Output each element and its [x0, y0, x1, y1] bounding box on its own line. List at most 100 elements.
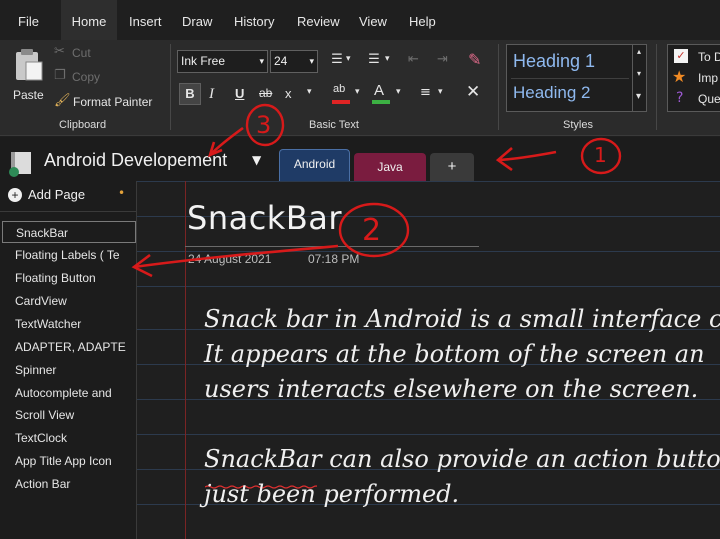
chevron-down-icon[interactable]: ▾: [396, 87, 401, 97]
font-color-swatch: [372, 100, 390, 104]
styles-scroll[interactable]: ▴ ▾ ▾: [632, 45, 647, 111]
page-item[interactable]: TextWatcher: [2, 313, 136, 335]
menu-draw[interactable]: Draw: [182, 0, 212, 40]
chevron-down-icon[interactable]: ▾: [307, 87, 312, 97]
page-item[interactable]: Scroll View: [2, 404, 136, 426]
style-heading-1[interactable]: Heading 1: [513, 51, 595, 72]
page-item-snackbar[interactable]: SnackBar: [2, 221, 136, 243]
notebook-name[interactable]: Android Developement: [44, 150, 227, 171]
divider: [511, 78, 629, 79]
chevron-down-icon: ▾: [309, 56, 314, 66]
page-item[interactable]: Action Bar: [2, 473, 136, 495]
numbering-icon[interactable]: ☰: [362, 52, 386, 67]
page-item[interactable]: Autocomplete and: [2, 382, 136, 404]
format-painter-icon: 🖌: [54, 93, 71, 108]
font-size-dropdown[interactable]: 24 ▾: [270, 50, 318, 73]
annotation-3: 3: [256, 111, 272, 139]
margin-line: [185, 181, 186, 539]
tag-important[interactable]: Imp: [698, 71, 718, 85]
font-name-dropdown[interactable]: Ink Free ▾: [177, 50, 268, 73]
chevron-down-icon[interactable]: ▾: [355, 87, 360, 97]
tab-java[interactable]: Java: [354, 153, 426, 181]
divider: [0, 211, 136, 212]
decrease-indent-icon[interactable]: ⇤: [408, 52, 419, 67]
highlight-swatch: [332, 100, 350, 104]
menu-view[interactable]: View: [359, 0, 387, 40]
page-item[interactable]: TextClock: [2, 427, 136, 449]
tags-gallery: ✓ To D ★ Imp ? Que: [667, 44, 720, 112]
font-name-value: Ink Free: [181, 54, 226, 68]
styles-gallery: Heading 1 Heading 2 ▴ ▾ ▾: [506, 44, 647, 112]
page-item[interactable]: Spinner: [2, 359, 136, 381]
caret-down-icon[interactable]: ▼: [252, 153, 261, 167]
subscript-button[interactable]: x: [285, 86, 292, 101]
note-line[interactable]: users interacts elsewhere on the screen.: [204, 375, 698, 403]
highlighter-icon: ab: [333, 83, 346, 95]
chevron-down-icon: ▾: [259, 56, 264, 66]
page-item[interactable]: Floating Button: [2, 267, 136, 289]
menu-review[interactable]: Review: [297, 0, 340, 40]
font-size-value: 24: [274, 54, 288, 68]
tag-question[interactable]: Que: [698, 92, 720, 106]
page-item[interactable]: Floating Labels ( Te: [2, 244, 136, 266]
paste-label: Paste: [13, 88, 44, 102]
copy-icon: ❐: [54, 68, 66, 83]
menu-help[interactable]: Help: [409, 0, 436, 40]
align-icon[interactable]: ≡: [420, 85, 431, 100]
font-color-button[interactable]: A: [370, 82, 392, 106]
spellcheck-underline: [204, 474, 320, 489]
chevron-down-icon[interactable]: ▾: [385, 54, 390, 64]
clear-formatting-icon[interactable]: ✎: [468, 50, 481, 69]
add-page-button[interactable]: + Add Page: [8, 187, 85, 202]
tab-android[interactable]: Android: [279, 149, 350, 181]
title-underline: [185, 246, 479, 247]
underline-button[interactable]: U: [235, 86, 244, 101]
page-item[interactable]: ADAPTER, ADAPTE: [2, 336, 136, 358]
styles-group-label: Styles: [563, 119, 593, 131]
page-title[interactable]: SnackBar: [187, 199, 342, 237]
clipboard-group-label: Clipboard: [59, 119, 107, 131]
tag-todo[interactable]: To D: [698, 50, 720, 64]
strikethrough-button[interactable]: ab: [259, 86, 272, 100]
notebook-icon[interactable]: [8, 150, 36, 178]
ribbon: Paste ✂ Cut ❐ Copy 🖌 Format Painter Clip…: [0, 40, 720, 136]
format-painter-button[interactable]: Format Painter: [73, 95, 152, 109]
notebook-bar: Android Developement ▼ Android Java +: [0, 137, 720, 181]
question-icon: ?: [676, 90, 684, 106]
menu-home[interactable]: Home: [61, 0, 117, 40]
note-line[interactable]: It appears at the bottom of the screen a…: [204, 340, 705, 368]
paste-icon: [16, 49, 43, 81]
increase-indent-icon[interactable]: ⇥: [437, 52, 448, 67]
bold-button[interactable]: B: [179, 83, 201, 105]
paste-button[interactable]: Paste: [8, 46, 48, 106]
page-time: 07:18 PM: [308, 252, 360, 266]
page-date: 24 August 2021: [188, 252, 272, 266]
delete-icon[interactable]: ✕: [466, 82, 480, 102]
divider: [498, 44, 499, 130]
note-line[interactable]: just been performed.: [204, 480, 459, 508]
basic-text-group-label: Basic Text: [309, 119, 359, 131]
cut-button[interactable]: Cut: [72, 46, 91, 60]
menu-insert[interactable]: Insert: [129, 0, 162, 40]
add-section-button[interactable]: +: [430, 153, 474, 181]
style-heading-2[interactable]: Heading 2: [513, 83, 591, 103]
chevron-up-icon[interactable]: ▴: [637, 47, 641, 56]
page-list: + Add Page • SnackBar Floating Labels ( T…: [0, 181, 137, 539]
note-line[interactable]: Snack bar in Android is a small interfac…: [204, 305, 720, 333]
add-page-label: Add Page: [28, 187, 86, 202]
more-icon[interactable]: ▾: [636, 91, 641, 102]
italic-button[interactable]: I: [209, 86, 214, 103]
page-item[interactable]: App Title App Icon: [2, 450, 136, 472]
chevron-down-icon[interactable]: ▾: [637, 69, 641, 78]
chevron-down-icon[interactable]: ▾: [346, 54, 351, 64]
menu-history[interactable]: History: [234, 0, 274, 40]
divider: [656, 44, 657, 130]
highlight-color-button[interactable]: ab: [330, 82, 352, 106]
menu-file[interactable]: File: [18, 0, 39, 40]
page-item[interactable]: CardView: [2, 290, 136, 312]
annotation-1: 1: [594, 143, 607, 167]
note-canvas[interactable]: SnackBar 24 August 2021 07:18 PM Snack b…: [137, 181, 720, 539]
note-line[interactable]: SnackBar can also provide an action butt…: [204, 445, 720, 473]
copy-button[interactable]: Copy: [72, 70, 100, 84]
chevron-down-icon[interactable]: ▾: [438, 87, 443, 97]
